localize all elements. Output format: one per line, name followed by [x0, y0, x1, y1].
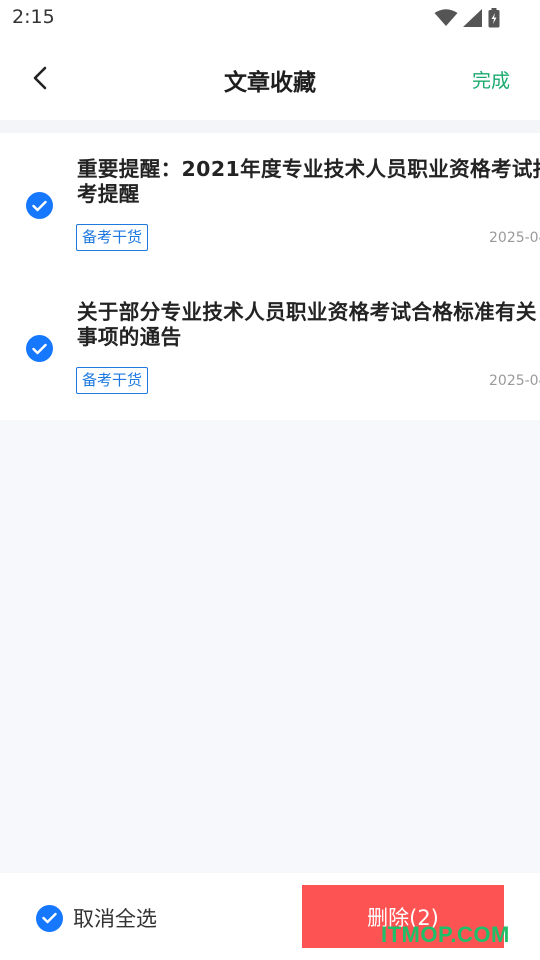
- status-icons: [434, 8, 500, 28]
- checked-circle-icon[interactable]: [36, 904, 63, 932]
- article-title-line: 事项的通告: [77, 325, 182, 349]
- back-button[interactable]: [22, 60, 58, 96]
- watermark: ITMOP.COM: [381, 922, 510, 947]
- deselect-all-toggle[interactable]: 取消全选: [36, 903, 157, 933]
- checked-circle-icon[interactable]: [26, 192, 53, 219]
- page-title: 文章收藏: [224, 70, 316, 96]
- favorites-list: 重要提醒：2021年度专业技术人员职业资格考试报 考提醒 备考干货 2025-0…: [0, 133, 540, 420]
- article-title: 关于部分专业技术人员职业资格考试合格标准有关 事项的通告: [77, 300, 540, 350]
- article-title-line: 关于部分专业技术人员职业资格考试合格标准有关: [77, 300, 537, 324]
- article-title: 重要提醒：2021年度专业技术人员职业资格考试报 考提醒: [77, 157, 540, 207]
- header: 文章收藏 完成: [0, 36, 540, 120]
- checked-circle-icon[interactable]: [26, 335, 53, 362]
- wifi-icon: [434, 9, 458, 26]
- status-time: 2:15: [12, 6, 55, 28]
- chevron-left-icon: [33, 66, 47, 90]
- deselect-all-label: 取消全选: [73, 907, 157, 931]
- status-bar: 2:15: [0, 0, 540, 36]
- battery-charging-icon: [488, 8, 500, 28]
- done-button[interactable]: 完成: [472, 66, 510, 93]
- article-date: 2025-04: [489, 373, 540, 389]
- list-item[interactable]: 关于部分专业技术人员职业资格考试合格标准有关 事项的通告 备考干货 2025-0…: [0, 276, 540, 419]
- signal-icon: [463, 9, 482, 27]
- list-top-divider: [0, 120, 540, 133]
- article-title-line: 重要提醒：2021年度专业技术人员职业资格考试报: [77, 157, 540, 181]
- list-item[interactable]: 重要提醒：2021年度专业技术人员职业资格考试报 考提醒 备考干货 2025-0…: [0, 133, 540, 276]
- category-tag: 备考干货: [76, 367, 149, 394]
- category-tag: 备考干货: [76, 224, 149, 251]
- screen: 2:15 文章收藏 完成 重要提醒：2021年度专业技术人员职业资格考试报 考提…: [0, 0, 540, 960]
- article-date: 2025-04: [489, 230, 540, 246]
- article-title-line: 考提醒: [77, 182, 140, 206]
